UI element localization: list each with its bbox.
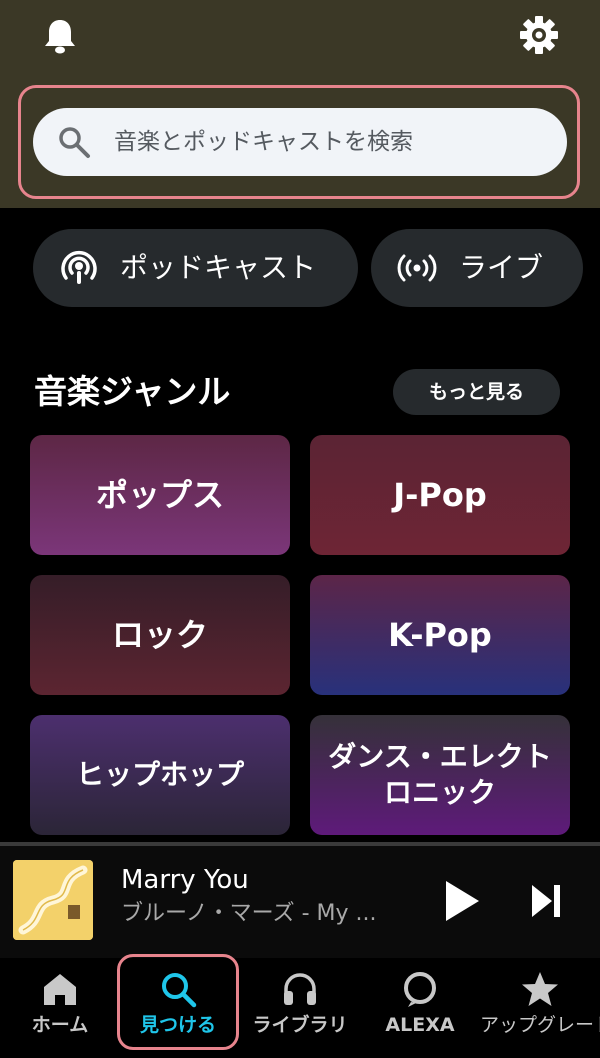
genre-tile-dance-electronic[interactable]: ダンス・エレクトロニック bbox=[310, 715, 570, 835]
podcast-icon bbox=[61, 250, 97, 284]
star-icon bbox=[522, 972, 558, 1006]
nav-label-library: ライブラリ bbox=[252, 1014, 348, 1036]
genres-title: 音楽ジャンル bbox=[34, 372, 231, 411]
see-more-button[interactable]: もっと見る bbox=[393, 369, 560, 415]
nav-item-alexa[interactable]: ALEXA bbox=[360, 958, 480, 1058]
genre-tile-pops[interactable]: ポップス bbox=[30, 435, 290, 555]
skip-next-icon[interactable] bbox=[530, 882, 562, 920]
album-art[interactable] bbox=[13, 860, 93, 940]
album-art-image bbox=[13, 860, 93, 940]
podcast-button[interactable]: ポッドキャスト bbox=[33, 229, 358, 307]
live-broadcast-icon bbox=[397, 254, 437, 282]
bell-icon[interactable] bbox=[40, 16, 80, 56]
nav-item-library[interactable]: ライブラリ bbox=[240, 958, 360, 1058]
genre-tile-kpop[interactable]: K-Pop bbox=[310, 575, 570, 695]
search-icon bbox=[59, 127, 90, 158]
nav-label-upgrade: アップグレード bbox=[480, 1014, 600, 1036]
gear-icon[interactable] bbox=[518, 14, 560, 56]
live-button[interactable]: ライブ bbox=[371, 229, 583, 307]
genre-tile-hiphop[interactable]: ヒップホップ bbox=[30, 715, 290, 835]
nav-item-home[interactable]: ホーム bbox=[0, 958, 120, 1058]
alexa-icon bbox=[404, 972, 436, 1007]
podcast-label: ポッドキャスト bbox=[120, 251, 317, 284]
nav-label-alexa: ALEXA bbox=[385, 1014, 455, 1036]
genre-tile-jpop[interactable]: J-Pop bbox=[310, 435, 570, 555]
genre-tile-rock[interactable]: ロック bbox=[30, 575, 290, 695]
home-icon bbox=[44, 974, 76, 1005]
play-icon[interactable] bbox=[442, 878, 482, 924]
live-label: ライブ bbox=[459, 251, 544, 284]
headphones-icon bbox=[284, 973, 316, 1005]
search-placeholder[interactable]: 音楽とポッドキャストを検索 bbox=[114, 122, 413, 162]
nav-highlight-outline bbox=[117, 954, 239, 1050]
track-title: Marry You bbox=[121, 865, 249, 895]
nav-item-upgrade[interactable]: アップグレード bbox=[480, 958, 600, 1058]
nav-label-home: ホーム bbox=[31, 1014, 89, 1036]
track-artist: ブルーノ・マーズ - My ... bbox=[121, 901, 377, 926]
